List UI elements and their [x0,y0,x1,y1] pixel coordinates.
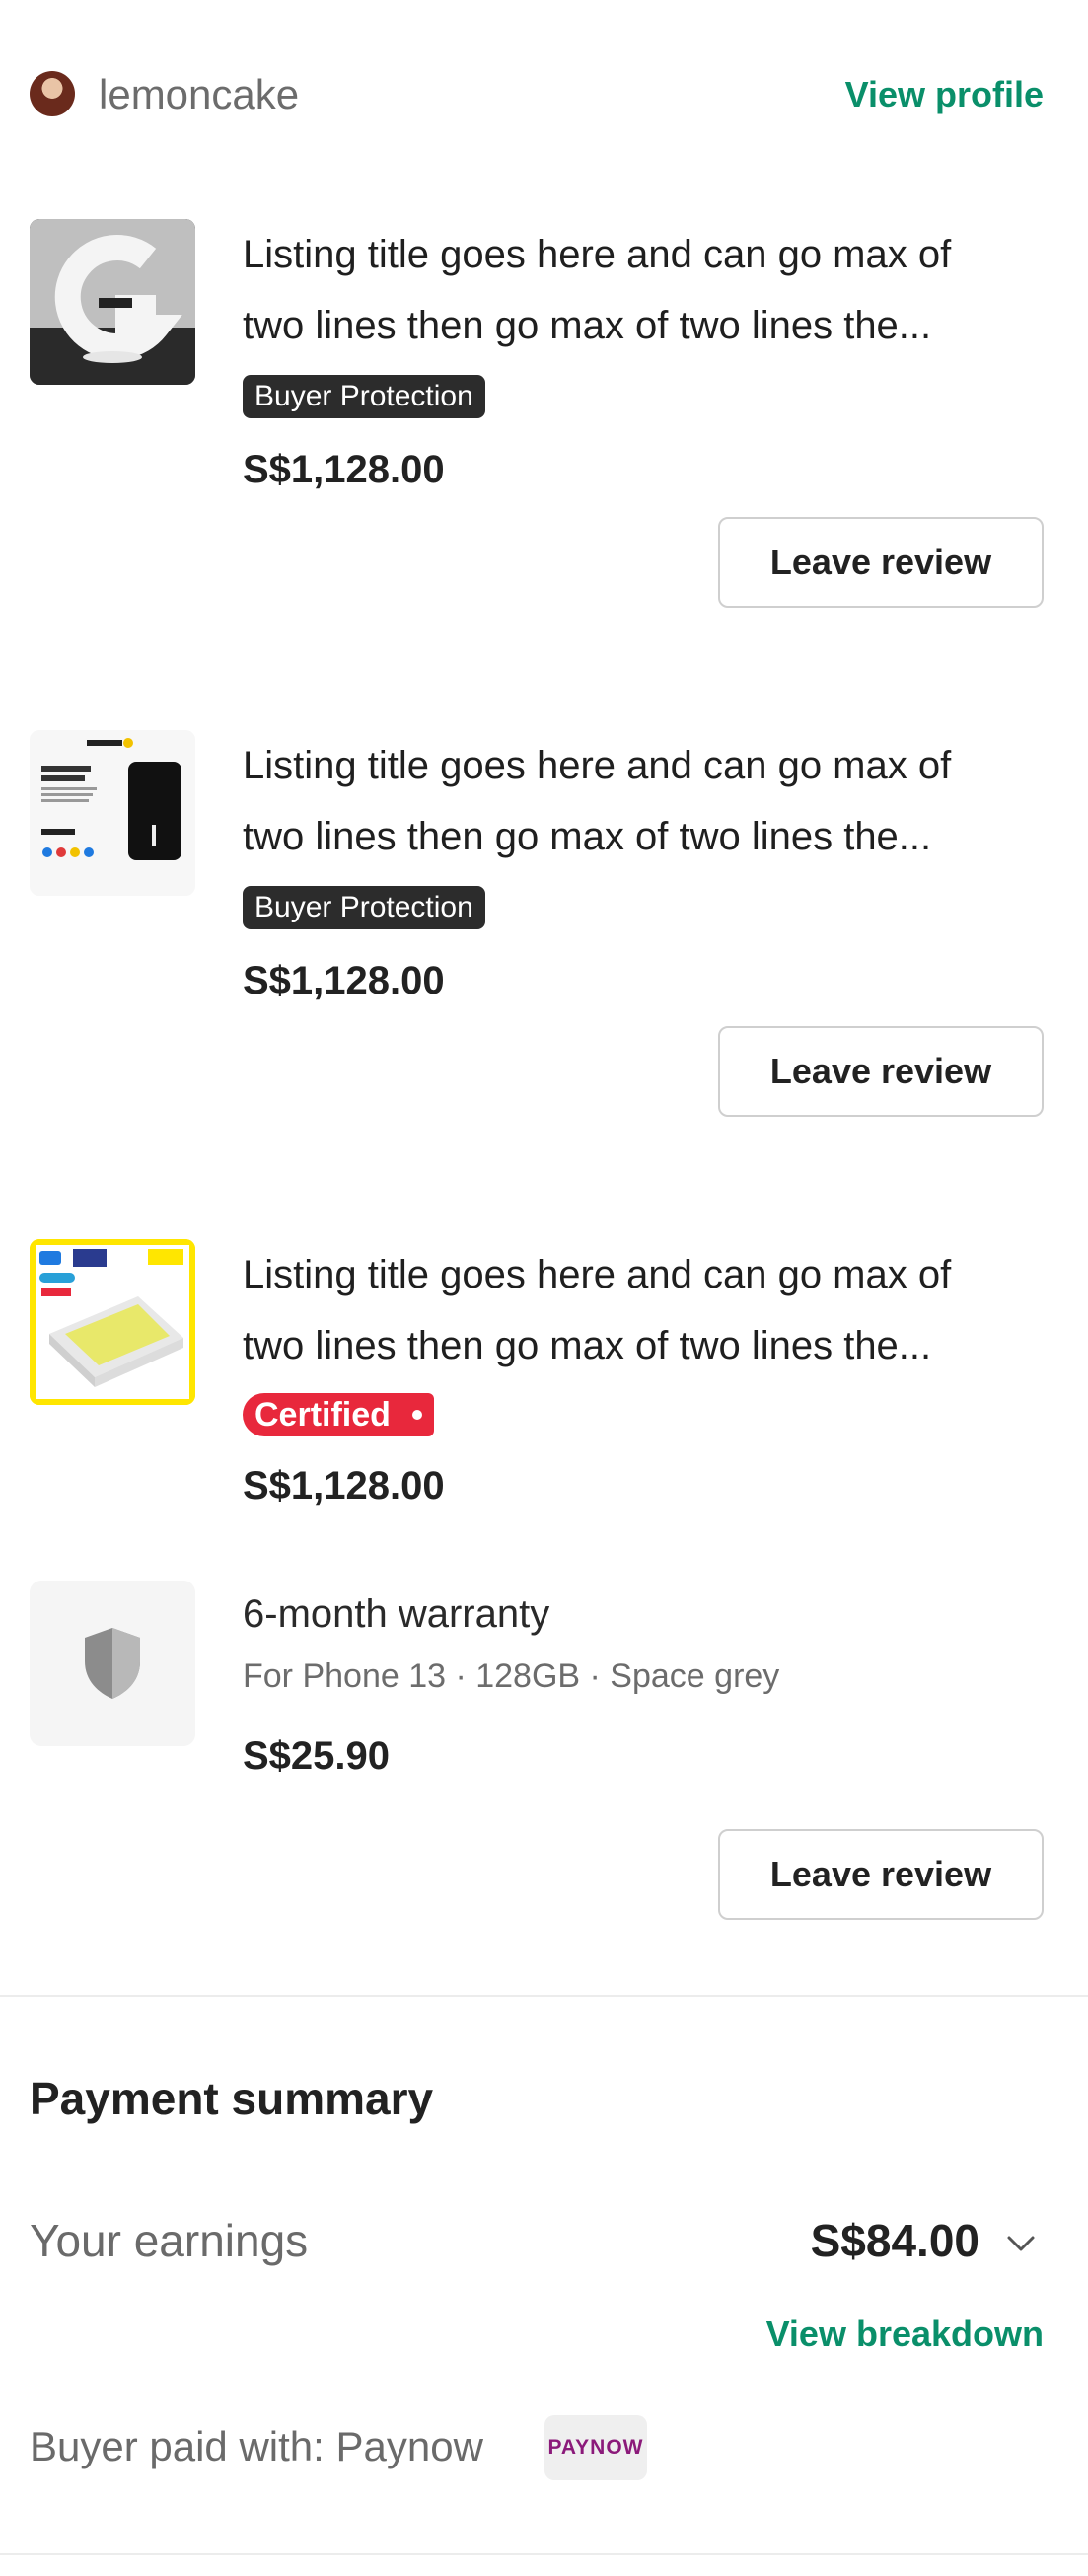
certified-label: Certified [254,1396,391,1434]
certified-badge: Certified [243,1393,434,1436]
listing-price: S$1,128.00 [243,448,445,491]
payment-summary-title: Payment summary [30,2073,434,2124]
seller-header: lemoncake View profile [30,69,1044,124]
paynow-logo-text: PAYNOW [547,2436,644,2459]
listing-thumbnail[interactable] [30,219,195,385]
section-divider [0,1995,1088,1997]
listing-price: S$1,128.00 [243,1464,445,1508]
listing-title[interactable]: Listing title goes here and can go max o… [243,219,1044,361]
paynow-logo: PAYNOW [544,2415,647,2480]
section-divider [0,2553,1088,2555]
avatar[interactable] [30,71,75,116]
earnings-label: Your earnings [30,2215,309,2266]
battery-ad-image [30,730,195,896]
listing-thumbnail[interactable] [30,1239,195,1405]
seller-username[interactable]: lemoncake [99,71,299,118]
listing-title-line: two lines then go max of two lines the..… [243,1324,932,1367]
listing-title[interactable]: Listing title goes here and can go max o… [243,730,1044,872]
listing-title-line: Listing title goes here and can go max o… [243,744,952,787]
view-profile-link[interactable]: View profile [845,73,1044,116]
warranty-icon-box [30,1581,195,1746]
listing-title[interactable]: Listing title goes here and can go max o… [243,1239,1044,1381]
listing-price: S$1,128.00 [243,959,445,1002]
shield-icon [85,1628,140,1699]
leave-review-button[interactable]: Leave review [718,1026,1044,1117]
warranty-subtitle: For Phone 13 · 128GB · Space grey [243,1657,780,1695]
listing-title-line: two lines then go max of two lines the..… [243,815,932,858]
view-breakdown-link[interactable]: View breakdown [766,2313,1044,2356]
chevron-down-icon[interactable] [1001,2224,1041,2263]
listing-title-line: Listing title goes here and can go max o… [243,1253,952,1296]
listing-title-line: two lines then go max of two lines the..… [243,304,932,347]
buyer-protection-badge: Buyer Protection [243,375,485,418]
listing-title-line: Listing title goes here and can go max o… [243,233,952,276]
leave-review-button[interactable]: Leave review [718,517,1044,608]
leave-review-button[interactable]: Leave review [718,1829,1044,1920]
warranty-title: 6-month warranty [243,1592,550,1636]
listing-thumbnail[interactable] [30,730,195,896]
lamp-image [30,219,195,385]
earnings-value: S$84.00 [810,2215,979,2266]
badge-dot-icon [411,1410,422,1420]
buyer-protection-badge: Buyer Protection [243,886,485,929]
warranty-price: S$25.90 [243,1734,391,1778]
phone-box-image [30,1239,195,1405]
payment-method-label: Buyer paid with: Paynow [30,2423,483,2469]
